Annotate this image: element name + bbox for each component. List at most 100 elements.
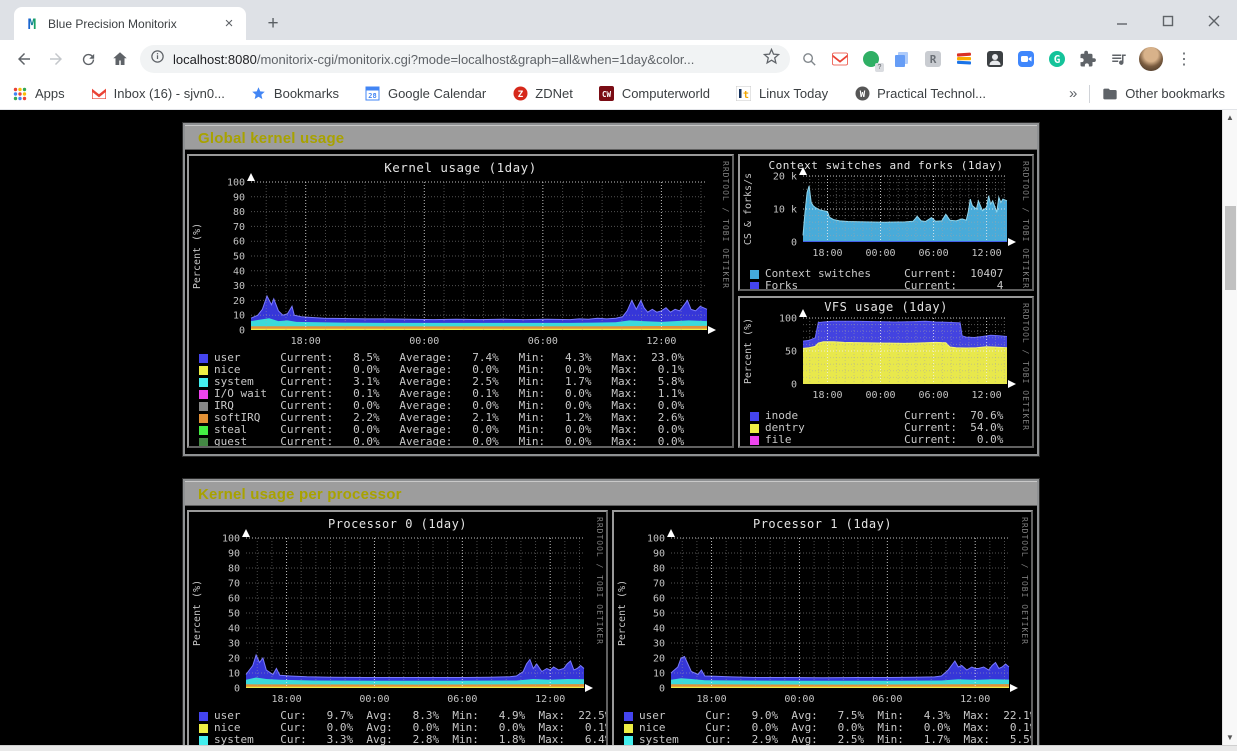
tick-label: 60 (653, 594, 665, 605)
maximize-button[interactable] (1155, 10, 1181, 32)
y-axis-label: Percent (%) (192, 580, 203, 646)
tick-label: 18:00 (272, 694, 302, 702)
page-info-icon[interactable] (150, 49, 165, 69)
puzzle-extensions-icon[interactable] (1077, 48, 1099, 70)
monitorix-favicon-icon: M (24, 16, 40, 32)
search-extension-icon[interactable] (798, 48, 820, 70)
tick-label: 40 (653, 624, 665, 635)
tick-label: 0 (234, 684, 240, 695)
tick-label: 00:00 (784, 694, 814, 702)
gmail-extension-icon[interactable] (829, 48, 851, 70)
section-kernel-usage-per-processor: Kernel usage per processor RRDTOOL / TOB… (183, 479, 1039, 751)
tab-strip: M Blue Precision Monitorix × + (0, 0, 1237, 40)
reload-button[interactable] (74, 45, 102, 73)
rrdtool-watermark: RRDTOOL / TOBI OETIKER (1021, 303, 1030, 431)
bookmark-zdnet[interactable]: Z ZDNet (512, 86, 573, 102)
tick-label: 50 (228, 609, 240, 620)
tick-label: 50 (653, 609, 665, 620)
tick-label: 0 (239, 326, 245, 337)
bookmark-google-calendar[interactable]: 28 Google Calendar (365, 86, 486, 102)
rrdtool-watermark: RRDTOOL / TOBI OETIKER (595, 517, 604, 645)
legend-swatch-file (750, 436, 759, 445)
tick-label: 30 (653, 639, 665, 650)
tick-label: 12:00 (646, 336, 676, 344)
series-area-forks (803, 241, 1007, 242)
y-axis-arrow (799, 309, 807, 317)
legend-swatch-system (624, 736, 633, 745)
extensions-row: ? R G ⋮ (798, 47, 1196, 71)
gmail-icon (91, 86, 107, 102)
bookmarks-overflow-chevron[interactable]: » (1069, 85, 1077, 102)
playlist-extension-icon[interactable] (1108, 48, 1130, 70)
phone-extension-icon[interactable]: ? (860, 48, 882, 70)
bookmark-bookmarks[interactable]: Bookmarks (251, 86, 339, 102)
y-axis-label: Percent (%) (192, 223, 203, 289)
legend-swatch-context-switches (750, 270, 759, 279)
bookmark-linux-today[interactable]: t Linux Today (736, 86, 828, 102)
kernel-plot-svg: 100908070605040302010018:0000:0006:0012:… (189, 156, 732, 344)
bookmark-inbox[interactable]: Inbox (16) - sjvn0... (91, 86, 225, 102)
legend-swatch-steal (199, 426, 208, 435)
back-button[interactable] (10, 45, 38, 73)
scrollbar-thumb[interactable] (1225, 206, 1236, 290)
new-tab-button[interactable]: + (260, 12, 286, 38)
bookmark-star-icon[interactable] (763, 48, 780, 70)
y-axis-label: Percent (%) (743, 318, 754, 384)
section-title: Global kernel usage (185, 125, 1037, 150)
url-text: localhost:8080/monitorix-cgi/monitorix.c… (173, 52, 763, 67)
profile-avatar[interactable] (1139, 47, 1163, 71)
kernel-usage-graph: RRDTOOL / TOBI OETIKER 10090807060504030… (187, 154, 734, 448)
legend-swatch-nice (199, 724, 208, 733)
wordpress-icon: W (854, 86, 870, 102)
legend-swatch-i-o-wait (199, 390, 208, 399)
context-switches-graph: RRDTOOL / TOBI OETIKER 20 k10 k018:0000:… (738, 154, 1034, 291)
browser-menu-icon[interactable]: ⋮ (1172, 49, 1196, 69)
section-title: Kernel usage per processor (185, 481, 1037, 506)
svg-text:W: W (859, 90, 865, 100)
legend-swatch-inode (750, 412, 759, 421)
copy-pages-extension-icon[interactable] (891, 48, 913, 70)
svg-text:M: M (28, 17, 36, 32)
tick-label: 12:00 (972, 248, 1002, 259)
legend-swatch-nice (624, 724, 633, 733)
y-axis-arrow (667, 529, 675, 537)
x-axis-arrow (585, 684, 593, 692)
legend-swatch-forks (750, 282, 759, 291)
tab-close-icon[interactable]: × (220, 15, 238, 33)
tick-label: 06:00 (919, 390, 949, 401)
minimize-button[interactable] (1109, 10, 1135, 32)
close-window-button[interactable] (1201, 10, 1227, 32)
r-extension-icon[interactable]: R (922, 48, 944, 70)
person-extension-icon[interactable] (984, 48, 1006, 70)
tick-label: 06:00 (919, 248, 949, 259)
scroll-up-arrow[interactable]: ▲ (1223, 110, 1237, 125)
tick-label: 00:00 (359, 694, 389, 702)
other-bookmarks[interactable]: Other bookmarks (1102, 86, 1225, 102)
zoom-extension-icon[interactable] (1015, 48, 1037, 70)
page-viewport: Global kernel usage RRDTOOL / TOBI OETIK… (0, 110, 1237, 751)
y-axis-arrow (247, 173, 255, 181)
legend-swatch-user (199, 712, 208, 721)
chart-title: Processor 1 (1day) (753, 517, 892, 531)
computerworld-icon: CW (599, 86, 615, 102)
vertical-scrollbar[interactable]: ▲ ▼ (1222, 110, 1237, 745)
bookmark-apps[interactable]: Apps (12, 86, 65, 102)
tick-label: 00:00 (865, 248, 895, 259)
tick-label: 18:00 (291, 336, 321, 344)
folder-icon (1102, 86, 1118, 102)
grammarly-extension-icon[interactable]: G (1046, 48, 1068, 70)
url-path: /monitorix-cgi/monitorix.cgi?mode=localh… (257, 52, 695, 67)
tick-label: 40 (233, 266, 245, 277)
scroll-down-arrow[interactable]: ▼ (1223, 730, 1237, 745)
address-bar[interactable]: localhost:8080/monitorix-cgi/monitorix.c… (140, 45, 790, 73)
tick-label: 70 (228, 579, 240, 590)
forward-button[interactable] (42, 45, 70, 73)
browser-tab[interactable]: M Blue Precision Monitorix × (14, 7, 246, 40)
bookmark-practical-technology[interactable]: W Practical Technol... (854, 86, 986, 102)
bookmark-computerworld[interactable]: CW Computerworld (599, 86, 710, 102)
books-extension-icon[interactable] (953, 48, 975, 70)
chart-legend: user Current: 8.5% Average: 7.4% Min: 4.… (199, 352, 732, 448)
legend-swatch-system (199, 736, 208, 745)
home-button[interactable] (106, 45, 134, 73)
legend-row: file Current: 0.0% (750, 434, 1032, 446)
